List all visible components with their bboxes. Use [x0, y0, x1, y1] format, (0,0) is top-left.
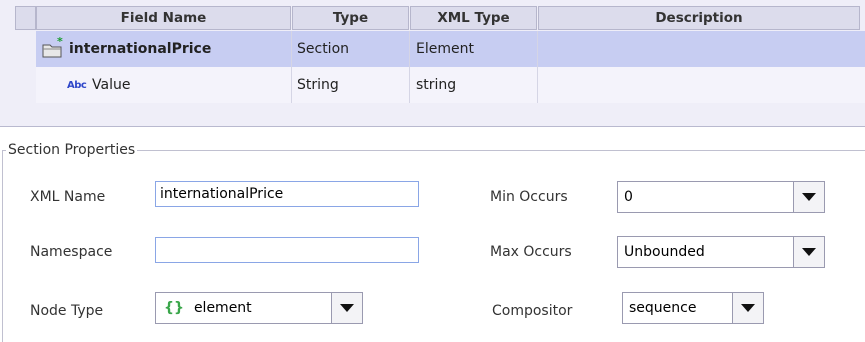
- min-occurs-dropdown-button[interactable]: [793, 182, 824, 212]
- xml-type-cell: string: [416, 77, 457, 93]
- namespace-label: Namespace: [30, 244, 113, 260]
- max-occurs-value: Unbounded: [624, 244, 705, 260]
- min-occurs-select[interactable]: 0: [617, 181, 825, 213]
- braces-icon: {}: [164, 300, 184, 316]
- namespace-input[interactable]: [155, 237, 419, 263]
- max-occurs-select[interactable]: Unbounded: [617, 236, 825, 268]
- min-occurs-value: 0: [624, 189, 633, 205]
- max-occurs-dropdown-button[interactable]: [793, 237, 824, 267]
- section-properties-title: Section Properties: [6, 142, 138, 158]
- chevron-down-icon: [802, 248, 816, 256]
- xml-type-cell: Element: [416, 41, 474, 57]
- field-name-cell: internationalPrice: [69, 41, 212, 57]
- column-divider: [537, 31, 538, 103]
- abc-string-icon: Abc: [67, 80, 87, 91]
- compositor-select[interactable]: sequence: [622, 292, 764, 324]
- chevron-down-icon: [741, 304, 755, 312]
- type-cell: Section: [297, 41, 350, 57]
- column-divider: [291, 31, 292, 103]
- field-name-cell: Value: [92, 77, 131, 93]
- type-cell: String: [297, 77, 339, 93]
- xml-name-input[interactable]: [155, 181, 419, 207]
- column-header-field-name[interactable]: Field Name: [36, 6, 291, 30]
- compositor-value: sequence: [629, 300, 697, 316]
- node-type-value: element: [193, 300, 252, 316]
- section-folder-icon: *: [41, 35, 65, 59]
- compositor-label: Compositor: [492, 303, 573, 319]
- chevron-down-icon: [802, 193, 816, 201]
- column-header-type[interactable]: Type: [292, 6, 409, 30]
- column-header-description[interactable]: Description: [538, 6, 860, 30]
- max-occurs-label: Max Occurs: [490, 244, 572, 260]
- field-grid: Field Name Type XML Type Description * i…: [0, 0, 865, 127]
- node-type-label: Node Type: [30, 303, 104, 319]
- node-type-select[interactable]: {} element: [155, 292, 363, 324]
- grid-header-corner: [15, 6, 36, 30]
- xml-schema-editor: Field Name Type XML Type Description * i…: [0, 0, 865, 342]
- xml-name-label: XML Name: [30, 189, 106, 205]
- column-divider: [409, 31, 410, 103]
- min-occurs-label: Min Occurs: [490, 189, 568, 205]
- column-header-xml-type[interactable]: XML Type: [410, 6, 537, 30]
- compositor-dropdown-button[interactable]: [732, 293, 763, 323]
- chevron-down-icon: [340, 304, 354, 312]
- svg-text:*: *: [57, 37, 63, 48]
- node-type-dropdown-button[interactable]: [331, 293, 362, 323]
